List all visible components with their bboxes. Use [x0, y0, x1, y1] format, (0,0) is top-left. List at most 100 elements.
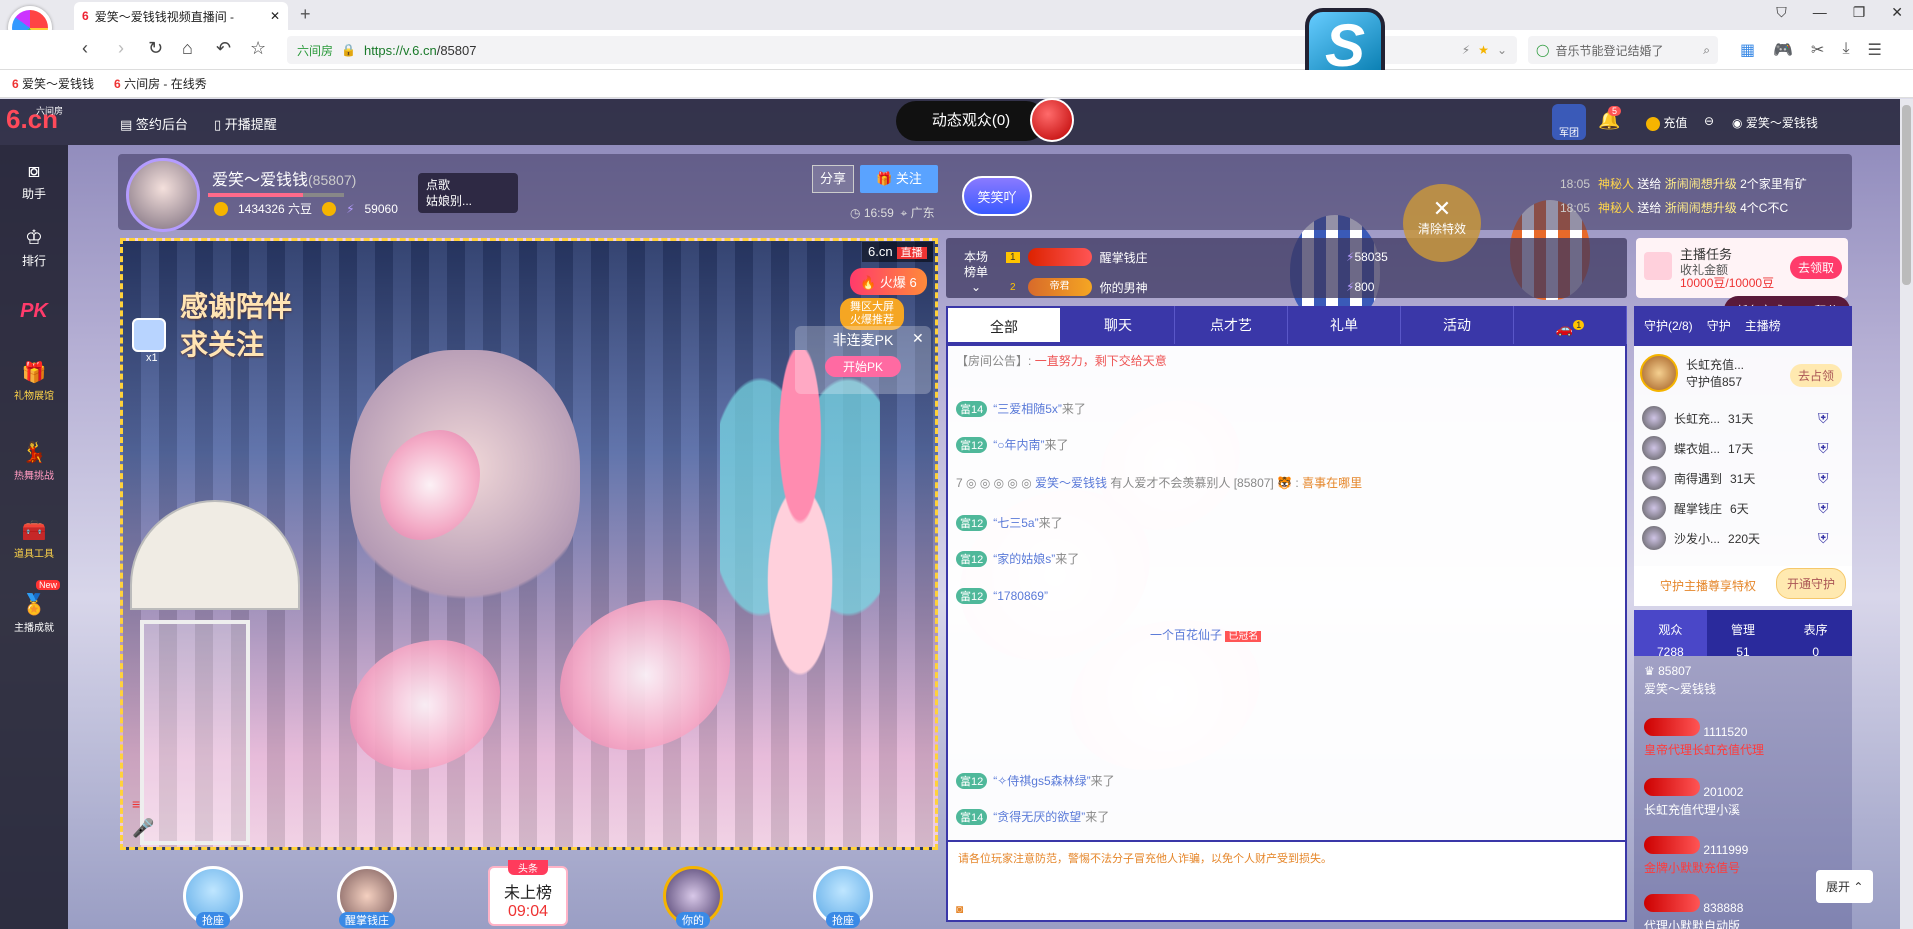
scissors-icon[interactable]: ✂ [1811, 40, 1824, 60]
share-button[interactable]: 分享 [812, 165, 854, 193]
army-button[interactable]: 军团 [1552, 104, 1586, 140]
undo-icon[interactable]: ↶ [216, 38, 231, 59]
audience-row[interactable]: 838888 代理小默默自动版 [1644, 894, 1743, 929]
claim-task-button[interactable]: 去领取 [1789, 256, 1842, 279]
open-guard-button[interactable]: 开通守护 [1776, 568, 1847, 599]
audience-row[interactable]: 2111999 金牌小默默充值号 [1644, 836, 1748, 876]
tab-guard-count[interactable]: 守护(2/8) [1644, 306, 1693, 346]
red-ball-icon[interactable] [1030, 98, 1074, 142]
back-icon[interactable]: ‹ [82, 38, 88, 59]
audience-row[interactable]: 201002 长虹充值代理小溪 [1644, 778, 1743, 818]
tab-guard[interactable]: 守护 [1707, 306, 1731, 346]
gift-box-icon[interactable] [132, 318, 166, 352]
tab-talent[interactable]: 点才艺 [1175, 306, 1288, 344]
chat-message: 富12 “七三5a”来了 [956, 514, 1063, 531]
sidebar-item-tools[interactable]: 🧰 道具工具 [0, 518, 68, 560]
nav-sign-backend[interactable]: ▤ 签约后台 [120, 114, 188, 133]
favorite-star-icon[interactable]: ☆ [250, 38, 266, 59]
follow-button[interactable]: 🎁 关注 [860, 165, 938, 193]
shirt-icon[interactable]: ⛉ [1776, 4, 1787, 21]
smile-badge[interactable]: 笑笑吖 [962, 176, 1032, 216]
bookmark-item[interactable]: 6 爱笑～爱钱钱 [12, 75, 94, 92]
clear-effects-button[interactable]: ✕ 清除特效 [1403, 184, 1481, 262]
seat-slot[interactable]: 抢座 [178, 866, 248, 929]
tab-activity[interactable]: 活动 [1401, 306, 1514, 344]
apps-icon[interactable]: ▦ [1740, 40, 1755, 60]
new-tab-button[interactable]: + [300, 4, 311, 25]
bookmark-item[interactable]: 6 六间房 - 在线秀 [114, 75, 207, 92]
download-icon[interactable]: ⤓ [1842, 40, 1849, 60]
settings-icon[interactable]: ⊖ [1704, 114, 1714, 128]
guard-row[interactable]: 南得遇到 31天 ⛨ [1642, 466, 1829, 490]
board-row[interactable]: 2 帝君 你的男神 ⚡800 [1006, 278, 1374, 296]
audience-row[interactable]: ♛ 85807 爱笑～爱钱钱 [1644, 664, 1716, 697]
guard-row[interactable]: 沙发小... 220天 ⛨ [1642, 526, 1829, 550]
nav-stream-reminder[interactable]: ▯ 开播提醒 [214, 114, 277, 133]
guard-top-slot[interactable]: 长虹充值... 守护值857 [1640, 354, 1744, 392]
sidebar-item-dance[interactable]: 💃 热舞挑战 [0, 440, 68, 482]
start-pk-button[interactable]: 开始PK [824, 356, 901, 377]
crown-coin-icon [322, 201, 337, 216]
anchor-avatar[interactable] [126, 158, 200, 232]
tab-order[interactable]: 表序 0 [1779, 610, 1852, 659]
close-window-icon[interactable]: ✕ [1891, 4, 1903, 21]
expand-button[interactable]: 展开 ⌃ [1816, 870, 1874, 903]
shield-icon: ⛨ [1818, 439, 1829, 456]
tab-audience[interactable]: 观众 7288 [1634, 610, 1707, 659]
microphone-icon[interactable]: 🎤 [132, 818, 154, 839]
chat-message: 一个百花仙子 已冠名 [1150, 626, 1262, 643]
game-icon[interactable]: 🎮 [1773, 40, 1793, 60]
tab-anchor-rank[interactable]: 主播榜 [1745, 306, 1781, 346]
tab-admin[interactable]: 管理 51 [1707, 610, 1780, 659]
search-icon[interactable]: ⌕ [1703, 43, 1710, 58]
occupy-button[interactable]: 去占领 [1790, 364, 1843, 387]
minimize-icon[interactable]: — [1813, 4, 1827, 21]
tab-car[interactable]: 🚗 1 [1514, 306, 1627, 344]
sidebar-item-achievement[interactable]: 🏅 主播成就 [0, 592, 68, 634]
guard-row[interactable]: 长虹充... 31天 ⛨ [1642, 406, 1829, 430]
emoji-icon[interactable]: ◙ [956, 902, 963, 916]
bars-icon[interactable]: ≡ [132, 796, 140, 812]
close-pk-icon[interactable]: ✕ [912, 330, 924, 347]
song-request-button[interactable]: 点歌 姑娘别... [418, 173, 518, 213]
board-value: ⚡800 [1346, 280, 1375, 294]
audience-row[interactable]: 1111520 皇帝代理长虹充值代理 [1644, 718, 1764, 758]
forward-icon[interactable]: › [118, 38, 124, 59]
tab-chat[interactable]: 聊天 [1062, 306, 1175, 344]
home-icon[interactable]: ⌂ [182, 38, 193, 59]
board-row[interactable]: 1 醒掌钱庄 ⚡58035 [1006, 248, 1388, 266]
room-notice: 【房间公告】: 一直努力，剩下交给天意 [956, 354, 1167, 368]
sidebar-item-pk[interactable]: PK [0, 300, 68, 323]
url-text[interactable]: https://v.6.cn/85807 [364, 43, 477, 58]
headline-rank-card[interactable]: 头条 未上榜 09:04 [488, 860, 568, 926]
recharge-link[interactable]: 充值 [1646, 114, 1687, 131]
seat-slot[interactable]: 你的 [658, 866, 728, 929]
hot-badge[interactable]: 🔥 火爆 6 [850, 268, 927, 295]
sidebar-item-gift-hall[interactable]: 🎁 礼物展馆 [0, 360, 68, 402]
page-scrollbar[interactable] [1900, 99, 1913, 929]
guard-row[interactable]: 蝶衣姐... 17天 ⛨ [1642, 436, 1829, 460]
seat-slot[interactable]: 抢座 [808, 866, 878, 929]
guard-row[interactable]: 醒掌钱庄 6天 ⛨ [1642, 496, 1829, 520]
sidebar-item-assistant[interactable]: ⧇ 助手 [0, 160, 68, 202]
chevron-down-icon[interactable]: ⌄ [1497, 43, 1507, 57]
browser-tab[interactable]: 6 爱笑～爱钱钱视频直播间 - ✕ [74, 2, 288, 30]
menu-icon[interactable]: ☰ [1868, 40, 1882, 60]
level-progress-bar [208, 193, 344, 197]
tab-gift-list[interactable]: 礼单 [1288, 306, 1401, 344]
seat-slot[interactable]: 醒掌钱庄 [332, 866, 402, 929]
tab-close-icon[interactable]: ✕ [270, 9, 280, 23]
bookmark-star-icon[interactable]: ★ [1478, 43, 1489, 57]
lightning-icon[interactable]: ⚡ [1462, 43, 1470, 57]
search-box[interactable]: ◯ 音乐节能登记结婚了 ⌕ [1528, 36, 1718, 64]
thanks-text: 感谢陪伴 求关注 [180, 291, 293, 360]
board-title[interactable]: 本场 榜单 ⌄ [964, 250, 988, 295]
chat-panel[interactable] [946, 344, 1627, 842]
dynamic-audience-button[interactable]: 动态观众(0) [896, 101, 1046, 141]
reload-icon[interactable]: ↻ [148, 38, 163, 59]
restore-icon[interactable]: ❐ [1853, 4, 1866, 21]
tab-all[interactable]: 全部 [946, 306, 1062, 344]
user-menu[interactable]: ◉ 爱笑～爱钱钱 [1732, 114, 1818, 131]
sidebar-item-ranking[interactable]: ♔ 排行 [0, 225, 68, 269]
search-input[interactable]: 音乐节能登记结婚了 [1555, 42, 1663, 59]
